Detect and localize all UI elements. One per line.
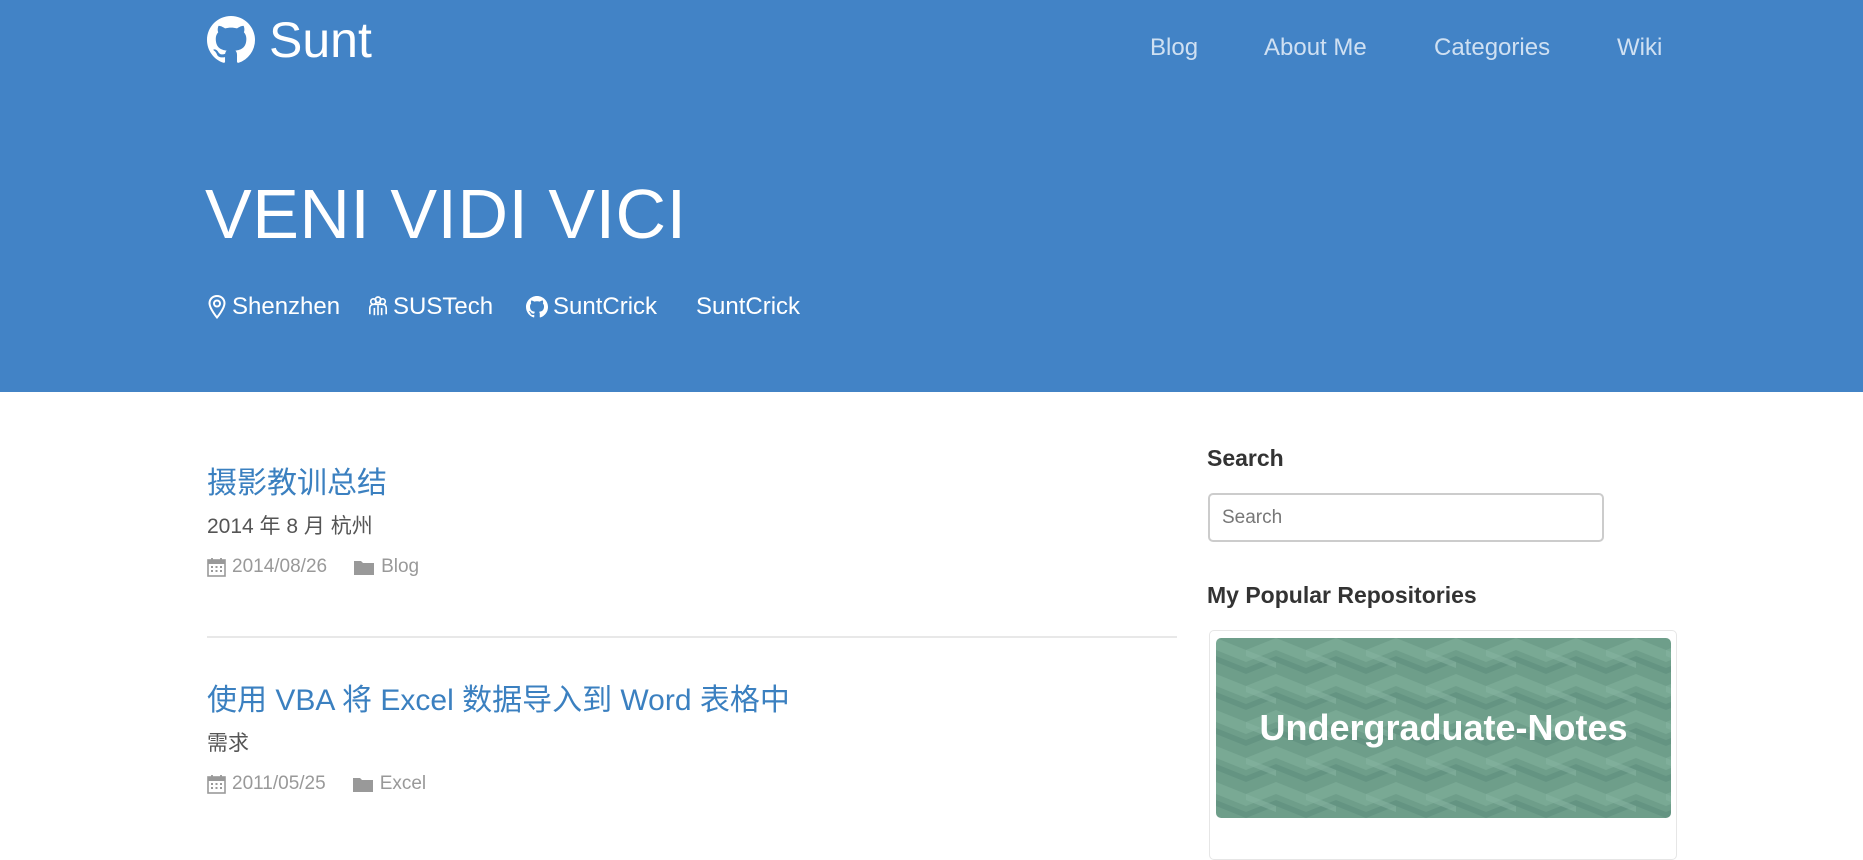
post-excerpt: 需求 [207,732,249,755]
site-header: Sunt Blog About Me Categories Wiki VENI … [0,0,1863,392]
post-date-text: 2014/08/26 [232,556,328,577]
meta-organization-text: SUSTech [393,293,494,320]
post-divider [207,636,1177,638]
brand-name: Sunt [269,12,372,68]
search-input[interactable] [1208,493,1604,542]
nav-categories[interactable]: Categories [1434,30,1550,66]
post-item: 摄影教训总结 2014 年 8 月 杭州 2014/08/26 Blog [207,464,1177,580]
post-date-text: 2011/05/25 [232,773,326,794]
post-category-link[interactable]: Blog [381,554,419,580]
folder-icon [352,778,373,792]
repo-card: Undergraduate-Notes [1209,630,1677,860]
post-excerpt: 2014 年 8 月 杭州 [207,515,373,538]
meta-github-link[interactable]: SuntCrick [526,290,657,324]
location-pin-icon [208,294,226,320]
post-category: Blog [353,554,419,580]
meta-github-text: SuntCrick [553,293,658,320]
nav-blog[interactable]: Blog [1150,30,1198,66]
meta-location: Shenzhen [207,290,340,324]
repo-banner-link[interactable]: Undergraduate-Notes [1216,638,1671,818]
post-item: 使用 VBA 将 Excel 数据导入到 Word 表格中 需求 2011/05… [207,681,1177,797]
nav-wiki[interactable]: Wiki [1617,30,1662,66]
post-meta: 2014/08/26 Blog [207,554,1177,580]
post-category: Excel [352,771,426,797]
folder-icon [354,561,375,575]
post-title-link[interactable]: 摄影教训总结 [207,464,1177,504]
organization-icon [369,296,387,316]
post-title-link[interactable]: 使用 VBA 将 Excel 数据导入到 Word 表格中 [207,681,1177,721]
post-date: 2011/05/25 [207,771,326,797]
repos-heading: My Popular Repositories [1207,582,1477,608]
meta-secondary-link[interactable]: SuntCrick [696,290,800,324]
meta-organization: SUSTech [368,290,493,324]
github-icon [526,296,548,318]
post-category-link[interactable]: Excel [380,771,426,797]
repo-name: Undergraduate-Notes [1259,707,1628,748]
calendar-icon [207,775,226,794]
brand-link[interactable]: Sunt [207,14,372,66]
search-heading: Search [1207,445,1284,471]
post-meta: 2011/05/25 Excel [207,771,1177,797]
calendar-icon [207,558,226,577]
post-date: 2014/08/26 [207,554,327,580]
meta-location-text: Shenzhen [232,293,341,320]
hero-title: VENI VIDI VICI [205,175,687,253]
github-icon [207,16,255,63]
nav-about-me[interactable]: About Me [1264,30,1367,66]
meta-secondary-text: SuntCrick [696,293,801,320]
